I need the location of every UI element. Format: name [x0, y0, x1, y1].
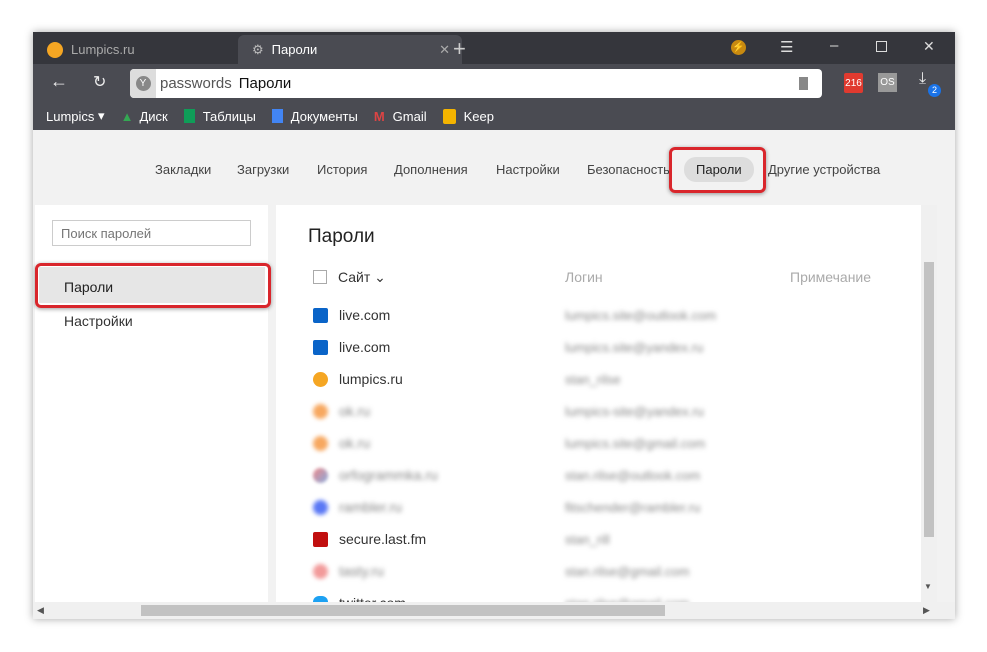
table-row[interactable]: live.com lumpics.site@outlook.com	[313, 305, 913, 325]
orfo-icon	[313, 467, 328, 483]
calendar-extension-icon[interactable]: 216	[844, 73, 863, 93]
nav-security[interactable]: Безопасность	[587, 162, 670, 177]
lastfm-icon	[313, 531, 328, 547]
horizontal-scrollbar[interactable]: ◀ ▶	[33, 602, 955, 619]
outlook-icon	[313, 339, 328, 355]
login-cell: stan_rill	[565, 531, 610, 547]
downloads-badge: 2	[928, 84, 941, 97]
sheets-icon	[183, 109, 195, 123]
login-column-header: Логин	[565, 269, 603, 285]
orange-icon	[313, 371, 328, 387]
orange-blur-icon	[313, 435, 328, 451]
note-column-header: Примечание	[790, 269, 872, 285]
downloads-icon[interactable]: ⤓	[919, 70, 926, 88]
nav-downloads[interactable]: Загрузки	[237, 162, 289, 177]
bookmark-docs[interactable]: Документы	[271, 109, 358, 124]
login-cell: lumpics.site@outlook.com	[565, 307, 717, 323]
new-tab-button[interactable]: +	[453, 36, 466, 62]
bookmark-sheets[interactable]: Таблицы	[183, 109, 256, 124]
login-cell: fitschender@rambler.ru	[565, 499, 701, 515]
orange-icon	[47, 41, 63, 58]
maximize-icon[interactable]	[876, 41, 887, 52]
nav-history[interactable]: История	[317, 162, 367, 177]
site-cell: rambler.ru	[339, 499, 403, 515]
scroll-thumb[interactable]	[924, 262, 934, 537]
keep-icon	[442, 108, 456, 124]
bookmark-disk[interactable]: ▲ Диск	[121, 109, 168, 124]
browser-window: Lumpics.ru ⚙ Пароли ✕ + ⚡ ☰ – ✕ ← ↻ Y pa…	[33, 32, 955, 619]
nav-extensions[interactable]: Дополнения	[394, 162, 468, 177]
bookmark-icon[interactable]	[799, 77, 808, 90]
site-column-header[interactable]: Сайт ⌄	[338, 269, 386, 286]
site-cell: ok.ru	[339, 403, 371, 419]
lastfm-extension-icon[interactable]: OS	[878, 73, 897, 92]
site-cell: tasty.ru	[339, 563, 384, 579]
passwords-panel: Пароли До Сайт ⌄ Логин Примечание live.c…	[276, 205, 937, 619]
close-tab-icon[interactable]: ✕	[439, 42, 450, 58]
gmail-icon: M	[373, 108, 385, 124]
password-search-input[interactable]	[52, 220, 251, 246]
page-title: Пароли	[308, 226, 375, 247]
table-row[interactable]: ok.ru lumpics.site@gmail.com	[313, 433, 913, 453]
bookmark-gmail[interactable]: M Gmail	[374, 109, 427, 124]
tab-passwords[interactable]: ⚙ Пароли ✕	[238, 35, 462, 64]
select-all-checkbox[interactable]	[313, 270, 327, 284]
minimize-icon[interactable]: –	[830, 37, 838, 54]
table-header: Сайт ⌄ Логин Примечание	[313, 267, 913, 287]
table-row[interactable]: ok.ru lumpics-site@yandex.ru	[313, 401, 913, 421]
tab-lumpics[interactable]: Lumpics.ru	[33, 35, 238, 64]
vertical-scrollbar[interactable]: ▼	[921, 205, 937, 619]
menu-icon[interactable]: ☰	[780, 38, 793, 56]
login-cell: lumpics.site@yandex.ru	[565, 339, 704, 355]
table-row[interactable]: lumpics.ru stan_rilse	[313, 369, 913, 389]
highlight-nav-passwords	[669, 147, 766, 193]
table-row[interactable]: live.com lumpics.site@yandex.ru	[313, 337, 913, 357]
site-cell: secure.last.fm	[339, 531, 427, 547]
gear-icon: ⚙	[252, 41, 264, 57]
site-cell: orfogrammka.ru	[339, 467, 438, 483]
toolbar: ← ↻ Y passwords Пароли 216 OS ⤓ 2	[33, 64, 955, 102]
site-cell: ok.ru	[339, 435, 371, 451]
table-row[interactable]: orfogrammka.ru stan.rilse@outlook.com	[313, 465, 913, 485]
docs-icon	[271, 109, 283, 123]
pink-icon	[313, 563, 328, 579]
address-title: Пароли	[238, 75, 292, 92]
login-cell: lumpics.site@gmail.com	[565, 435, 706, 451]
login-cell: stan.rilse@gmail.com	[565, 563, 690, 579]
rambler-icon	[313, 499, 328, 515]
outlook-icon	[313, 307, 328, 323]
orange-blur-icon	[313, 403, 328, 419]
reload-icon[interactable]: ↻	[93, 72, 106, 92]
bookmark-lumpics[interactable]: Lumpics ▾	[46, 108, 105, 124]
nav-other-devices[interactable]: Другие устройства	[768, 162, 880, 177]
close-window-icon[interactable]: ✕	[923, 38, 935, 55]
login-cell: lumpics-site@yandex.ru	[565, 403, 704, 419]
tab-label: Пароли	[271, 42, 318, 57]
nav-bookmarks[interactable]: Закладки	[155, 162, 211, 177]
yandex-icon: Y	[130, 69, 156, 98]
drive-icon: ▲	[120, 108, 134, 124]
tab-bar: Lumpics.ru ⚙ Пароли ✕ + ⚡ ☰ – ✕	[33, 32, 955, 64]
address-prefix: passwords	[160, 75, 232, 92]
nav-settings[interactable]: Настройки	[496, 162, 560, 177]
login-cell: stan_rilse	[565, 371, 621, 387]
bookmark-keep[interactable]: Keep	[442, 108, 494, 124]
table-row[interactable]: tasty.ru stan.rilse@gmail.com	[313, 561, 913, 581]
bookmarks-bar: Lumpics ▾ ▲ Диск Таблицы Документы M Gmail…	[33, 102, 955, 130]
highlight-sidebar-passwords	[35, 263, 271, 308]
tab-label: Lumpics.ru	[71, 42, 135, 57]
site-cell: lumpics.ru	[339, 371, 403, 387]
login-cell: stan.rilse@outlook.com	[565, 467, 701, 483]
site-cell: live.com	[339, 307, 391, 323]
protect-icon[interactable]: ⚡	[731, 40, 746, 55]
address-bar[interactable]: Y passwords Пароли	[130, 69, 822, 98]
back-icon[interactable]: ←	[50, 71, 68, 92]
table-row[interactable]: rambler.ru fitschender@rambler.ru	[313, 497, 913, 517]
site-cell: live.com	[339, 339, 391, 355]
table-row[interactable]: secure.last.fm stan_rill	[313, 529, 913, 549]
sidebar-item-settings[interactable]: Настройки	[64, 313, 133, 329]
h-scroll-thumb[interactable]	[141, 605, 665, 616]
